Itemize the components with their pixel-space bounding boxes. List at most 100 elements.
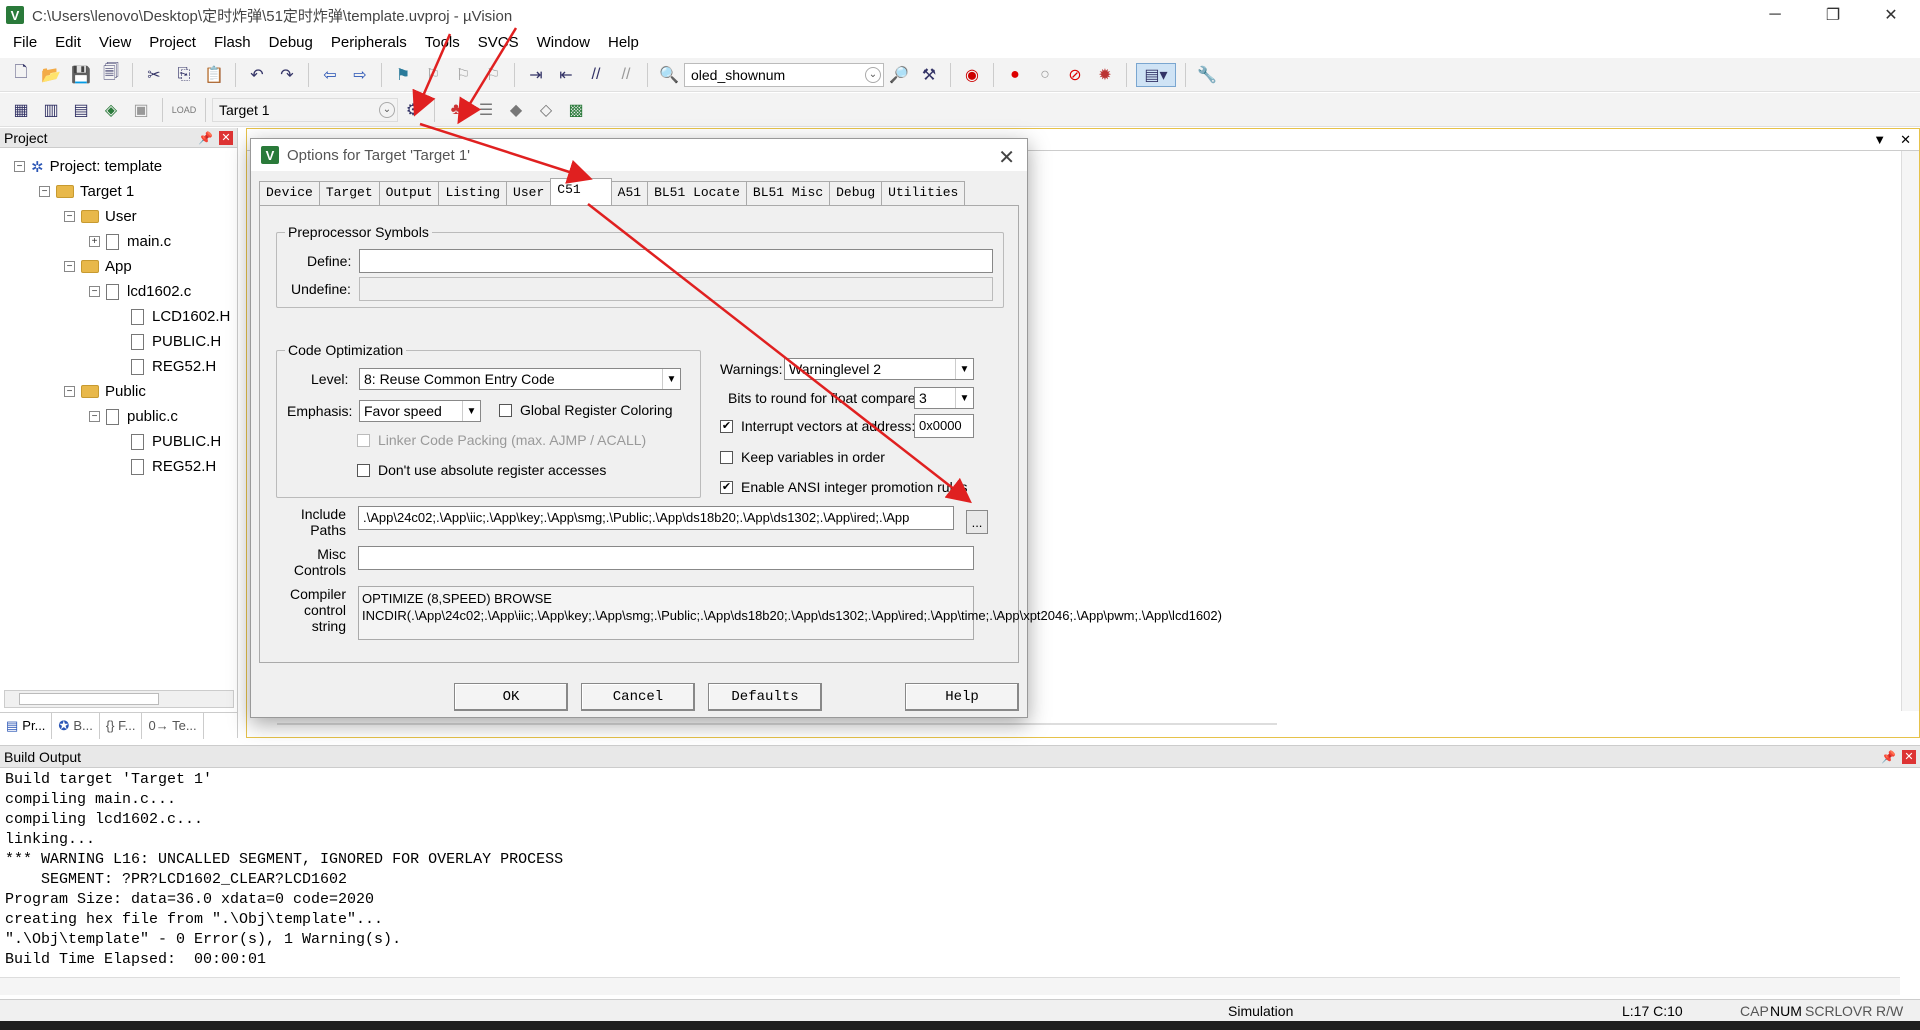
tab-debug[interactable]: Debug	[829, 181, 883, 205]
tree-item[interactable]: − Public	[0, 379, 237, 404]
pin-icon[interactable]: 📌	[198, 131, 213, 145]
tab-project[interactable]: ▤ Pr...	[0, 712, 53, 739]
tab-bl51-locate[interactable]: BL51 Locate	[647, 181, 747, 205]
manage-rte-icon[interactable]: ◇	[534, 98, 558, 122]
tree-item[interactable]: + main.c	[0, 229, 237, 254]
include-paths-browse-button[interactable]: ...	[966, 510, 988, 534]
configure-wrench-icon[interactable]: 🔧	[1195, 63, 1219, 87]
tree-item[interactable]: REG52.H	[0, 354, 237, 379]
unindent-icon[interactable]: ⇤	[554, 63, 578, 87]
menu-help[interactable]: Help	[599, 34, 648, 51]
menu-window[interactable]: Window	[528, 34, 599, 51]
chevron-down-icon[interactable]: ▼	[955, 388, 973, 408]
close-icon[interactable]: ✕	[219, 130, 233, 145]
warnings-select[interactable]: Warninglevel 2 ▼	[784, 358, 974, 380]
tab-templates[interactable]: 0→ Te...	[142, 712, 204, 739]
tab-a51[interactable]: A51	[610, 181, 649, 205]
new-file-icon[interactable]: 🗋	[9, 63, 33, 87]
menu-peripherals[interactable]: Peripherals	[322, 34, 416, 51]
nav-forward-icon[interactable]: ⇨	[348, 63, 372, 87]
batch-build-icon[interactable]: ◈	[99, 98, 123, 122]
nav-back-icon[interactable]: ⇦	[318, 63, 342, 87]
minimize-button[interactable]: ─	[1746, 0, 1804, 30]
float-compare-select[interactable]: 3 ▼	[914, 387, 974, 409]
ansi-promotion-checkbox[interactable]: ✔ Enable ANSI integer promotion rules	[720, 479, 967, 495]
editor-horizontal-scrollbar[interactable]	[277, 723, 1277, 725]
ok-button[interactable]: OK	[454, 683, 568, 711]
checkbox-box[interactable]: ✔	[720, 480, 733, 494]
collapse-icon[interactable]: −	[14, 161, 25, 172]
tab-listing[interactable]: Listing	[438, 181, 508, 205]
emphasis-select[interactable]: Favor speed ▼	[359, 400, 481, 422]
options-for-target-icon[interactable]: ⚙	[401, 98, 425, 122]
cut-icon[interactable]: ✂	[142, 63, 166, 87]
editor-vertical-scrollbar[interactable]	[1901, 151, 1919, 711]
menu-edit[interactable]: Edit	[46, 34, 90, 51]
defaults-button[interactable]: Defaults	[708, 683, 822, 711]
menu-tools[interactable]: Tools	[416, 34, 469, 51]
tab-device[interactable]: Device	[259, 181, 320, 205]
undefine-input[interactable]	[359, 277, 993, 301]
rebuild-icon[interactable]: ▤	[69, 98, 93, 122]
checkbox-box[interactable]: ✔	[720, 419, 733, 433]
horizontal-scrollbar[interactable]	[4, 690, 234, 708]
copy-icon[interactable]: ⎘	[172, 63, 196, 87]
manage-multi-project-icon[interactable]: ☰	[474, 98, 498, 122]
build-icon[interactable]: ▥	[39, 98, 63, 122]
enable-breakpoint-icon[interactable]: ○	[1033, 63, 1057, 87]
cancel-button[interactable]: Cancel	[581, 683, 695, 711]
build-horizontal-scrollbar[interactable]	[0, 977, 1900, 995]
misc-controls-input[interactable]	[358, 546, 974, 570]
tab-user[interactable]: User	[506, 181, 552, 205]
tab-bl51-misc[interactable]: BL51 Misc	[745, 181, 831, 205]
window-layout-icon[interactable]: ▤▾	[1136, 62, 1176, 87]
download-load-icon[interactable]: LOAD	[172, 98, 197, 122]
close-editor-icon[interactable]: ✕	[1900, 132, 1911, 148]
tree-item[interactable]: − App	[0, 254, 237, 279]
checkbox-box[interactable]	[499, 403, 512, 417]
collapse-icon[interactable]: −	[64, 211, 75, 222]
tab-output[interactable]: Output	[378, 181, 440, 205]
save-icon[interactable]: 💾	[69, 63, 93, 87]
pin-icon[interactable]: 📌	[1881, 750, 1896, 764]
chevron-down-icon[interactable]: ▼	[462, 401, 480, 421]
tree-item[interactable]: REG52.H	[0, 454, 237, 479]
tab-c51[interactable]: C51	[550, 178, 612, 205]
collapse-icon[interactable]: −	[89, 286, 100, 297]
prev-bookmark-icon[interactable]: ⚐	[421, 63, 445, 87]
next-bookmark-icon[interactable]: ⚐	[451, 63, 475, 87]
open-folder-icon[interactable]: 📂	[39, 63, 63, 87]
scrollbar-thumb[interactable]	[19, 693, 159, 705]
chevron-down-icon[interactable]: ▼	[662, 369, 680, 389]
find-combo[interactable]: oled_shownum ⌄	[684, 62, 884, 87]
bookmark-icon[interactable]: ⚑	[391, 63, 415, 87]
tab-books[interactable]: ✪ B...	[52, 712, 100, 739]
indent-icon[interactable]: ⇥	[524, 63, 548, 87]
define-input[interactable]	[359, 249, 993, 273]
level-select[interactable]: 8: Reuse Common Entry Code ▼	[359, 368, 681, 390]
collapse-icon[interactable]: −	[64, 386, 75, 397]
pack-installer-icon[interactable]: ▩	[564, 98, 588, 122]
no-absolute-register-checkbox[interactable]: Don't use absolute register accesses	[357, 462, 606, 478]
stop-build-icon[interactable]: ▣	[129, 98, 153, 122]
insert-breakpoint-icon[interactable]: ●	[1003, 63, 1027, 87]
manage-project-items-icon[interactable]: ♣	[444, 98, 468, 122]
menu-file[interactable]: File	[4, 34, 46, 51]
tab-target[interactable]: Target	[318, 181, 380, 205]
clear-bookmarks-icon[interactable]: ⚐	[481, 63, 505, 87]
paste-icon[interactable]: 📋	[202, 63, 226, 87]
menu-debug[interactable]: Debug	[260, 34, 322, 51]
tab-dropdown-icon[interactable]: ▼	[1873, 132, 1886, 147]
uncomment-icon[interactable]: //	[614, 63, 638, 87]
collapse-icon[interactable]: −	[64, 261, 75, 272]
linker-code-packing-checkbox[interactable]: Linker Code Packing (max. AJMP / ACALL)	[357, 432, 646, 448]
chevron-down-icon[interactable]: ⌄	[865, 66, 881, 83]
chevron-down-icon[interactable]: ⌄	[379, 101, 395, 118]
close-icon[interactable]: ✕	[1902, 749, 1916, 764]
tab-functions[interactable]: {} F...	[100, 712, 143, 739]
dialog-close-icon[interactable]: ✕	[998, 145, 1015, 170]
menu-view[interactable]: View	[90, 34, 140, 51]
disable-breakpoints-icon[interactable]: ⊘	[1063, 63, 1087, 87]
redo-icon[interactable]: ↷	[275, 63, 299, 87]
collapse-icon[interactable]: −	[89, 411, 100, 422]
